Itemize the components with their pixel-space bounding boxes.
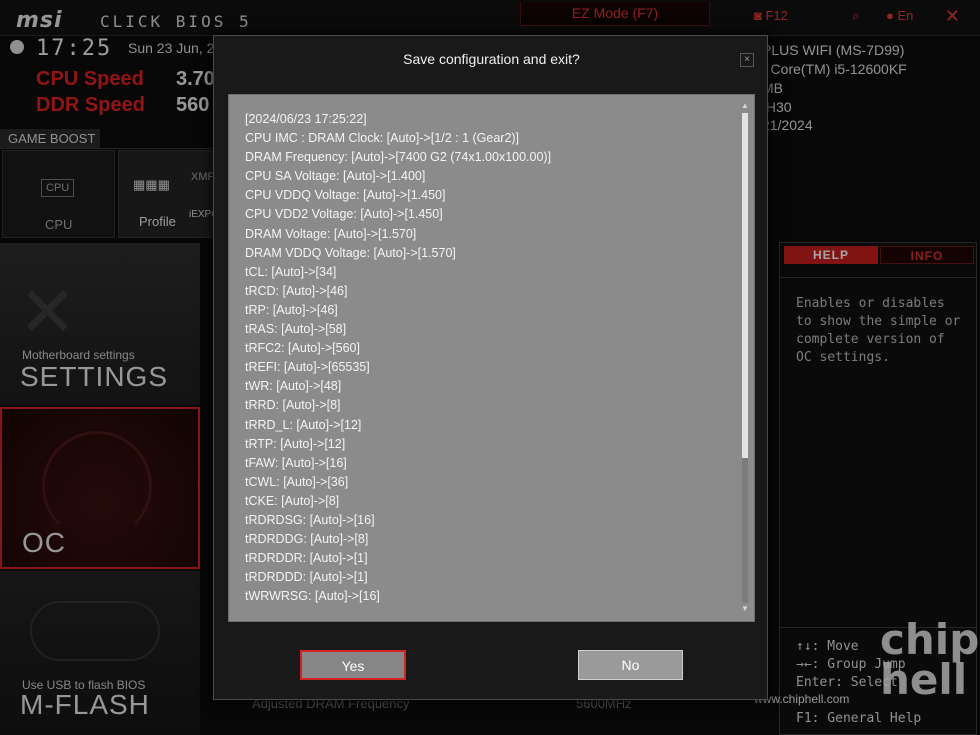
dialog-title: Save configuration and exit?	[403, 51, 580, 67]
list-item: CPU VDD2 Voltage: [Auto]->[1.450]	[245, 207, 443, 222]
list-item: tCWL: [Auto]->[36]	[245, 474, 349, 489]
list-item: DRAM Frequency: [Auto]->[7400 G2 (74x1.0…	[245, 150, 552, 165]
list-item: CPU IMC : DRAM Clock: [Auto]->[1/2 : 1 (…	[245, 131, 520, 146]
change-log: [2024/06/23 17:25:22] CPU IMC : DRAM Cloc…	[228, 94, 755, 622]
scroll-up-icon[interactable]: ▲	[740, 101, 750, 110]
no-button[interactable]: No	[578, 650, 683, 680]
list-item: CPU VDDQ Voltage: [Auto]->[1.450]	[245, 188, 446, 203]
list-item: tRRD_L: [Auto]->[12]	[245, 417, 362, 432]
list-item: tCKE: [Auto]->[8]	[245, 493, 340, 508]
list-item: tREFI: [Auto]->[65535]	[245, 360, 370, 375]
scroll-track[interactable]	[742, 113, 748, 603]
list-item: [2024/06/23 17:25:22]	[245, 112, 367, 126]
list-item: tRFC2: [Auto]->[560]	[245, 341, 360, 356]
list-item: tRP: [Auto]->[46]	[245, 302, 338, 317]
list-item: tWRWRSG: [Auto]->[16]	[245, 589, 380, 604]
close-icon[interactable]: ×	[740, 53, 754, 67]
list-item: tRCD: [Auto]->[46]	[245, 283, 348, 298]
list-item: DRAM VDDQ Voltage: [Auto]->[1.570]	[245, 245, 456, 260]
list-item: tRDRDSG: [Auto]->[16]	[245, 512, 375, 527]
save-exit-dialog: Save configuration and exit? × [2024/06/…	[213, 35, 768, 700]
list-item: DRAM Voltage: [Auto]->[1.570]	[245, 226, 417, 241]
scroll-thumb[interactable]	[742, 113, 748, 458]
list-item: tRRD: [Auto]->[8]	[245, 398, 341, 413]
list-item: tFAW: [Auto]->[16]	[245, 455, 347, 470]
list-item: CPU SA Voltage: [Auto]->[1.400]	[245, 169, 426, 184]
change-log-list: [2024/06/23 17:25:22] CPU IMC : DRAM Cloc…	[245, 110, 735, 606]
list-item: tCL: [Auto]->[34]	[245, 264, 337, 279]
list-item: tRDRDDD: [Auto]->[1]	[245, 570, 368, 585]
list-item: tRDRDDR: [Auto]->[1]	[245, 551, 368, 566]
list-item: tRAS: [Auto]->[58]	[245, 322, 347, 337]
scrollbar[interactable]: ▲ ▼	[740, 101, 750, 615]
yes-button[interactable]: Yes	[300, 650, 406, 680]
list-item: tRDRDDG: [Auto]->[8]	[245, 532, 369, 547]
list-item: tRTP: [Auto]->[12]	[245, 436, 346, 451]
scroll-down-icon[interactable]: ▼	[740, 604, 750, 613]
list-item: tWR: [Auto]->[48]	[245, 379, 342, 394]
